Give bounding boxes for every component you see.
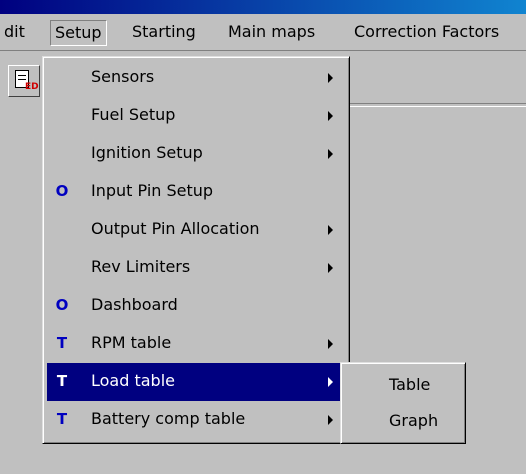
menu-main-maps[interactable]: Main maps (224, 20, 319, 44)
menu-item-sensors[interactable]: Sensors (47, 59, 345, 97)
item-mark: O (55, 296, 69, 314)
menu-setup[interactable]: Setup (50, 20, 107, 46)
menu-item-fuel-setup[interactable]: Fuel Setup (47, 97, 345, 135)
submenu-item-table[interactable]: Table (345, 367, 461, 403)
menu-correction-factors[interactable]: Correction Factors (350, 20, 503, 44)
menu-item-label: Rev Limiters (91, 257, 191, 276)
submenu-item-label: Table (389, 375, 431, 394)
menu-starting[interactable]: Starting (128, 20, 200, 44)
menu-item-rev-limiters[interactable]: Rev Limiters (47, 249, 345, 287)
separator-line (350, 103, 526, 107)
menu-edit[interactable]: dit (0, 20, 29, 44)
menu-item-label: Battery comp table (91, 409, 246, 428)
item-mark: T (56, 334, 68, 352)
submenu-arrow-icon (328, 149, 333, 159)
menu-item-label: Load table (91, 371, 175, 390)
item-mark: T (56, 372, 68, 390)
submenu-arrow-icon (328, 225, 333, 235)
submenu-arrow-icon (328, 339, 333, 349)
menu-item-output-pin-allocation[interactable]: Output Pin Allocation (47, 211, 345, 249)
submenu-arrow-icon (328, 415, 333, 425)
submenu-arrow-icon (328, 73, 333, 83)
menu-item-label: Fuel Setup (91, 105, 176, 124)
item-mark: T (56, 410, 68, 428)
menu-item-dashboard[interactable]: O Dashboard (47, 287, 345, 325)
menu-item-label: Input Pin Setup (91, 181, 214, 200)
edit-document-button[interactable]: ED (8, 65, 40, 97)
setup-menu: Sensors Fuel Setup Ignition Setup O Inpu… (42, 56, 350, 444)
menu-item-label: Ignition Setup (91, 143, 203, 162)
menu-item-input-pin-setup[interactable]: O Input Pin Setup (47, 173, 345, 211)
submenu-arrow-icon (328, 377, 333, 387)
menu-item-label: Dashboard (91, 295, 178, 314)
submenu-arrow-icon (328, 111, 333, 121)
load-table-submenu: Table Graph (340, 362, 466, 444)
menu-item-label: Sensors (91, 67, 155, 86)
menu-item-label: RPM table (91, 333, 172, 352)
menu-item-load-table[interactable]: T Load table (47, 363, 345, 401)
toolbar-badge: ED (25, 82, 39, 92)
submenu-arrow-icon (328, 263, 333, 273)
title-bar (0, 0, 526, 14)
menu-bar: dit Setup Starting Main maps Correction … (0, 14, 526, 51)
menu-item-ignition-setup[interactable]: Ignition Setup (47, 135, 345, 173)
menu-item-battery-comp-table[interactable]: T Battery comp table (47, 401, 345, 439)
submenu-item-label: Graph (389, 411, 439, 430)
menu-item-rpm-table[interactable]: T RPM table (47, 325, 345, 363)
menu-item-label: Output Pin Allocation (91, 219, 260, 238)
submenu-item-graph[interactable]: Graph (345, 403, 461, 439)
item-mark: O (55, 182, 69, 200)
